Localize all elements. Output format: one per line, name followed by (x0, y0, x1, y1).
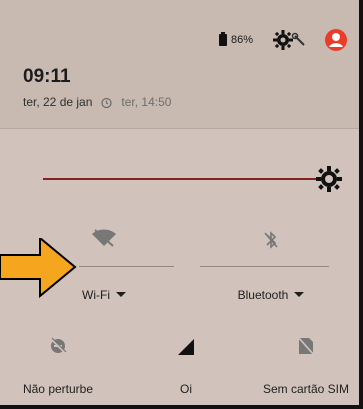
date-row: ter, 22 de jan ter, 14:50 (23, 95, 171, 109)
bluetooth-label-button[interactable]: Bluetooth (221, 286, 321, 304)
wifi-off-icon (92, 229, 116, 247)
clock-time: 09:11 (23, 66, 71, 87)
wifi-label: Wi-Fi (82, 288, 110, 302)
bluetooth-off-icon (264, 231, 278, 249)
battery-status: 86% (218, 32, 253, 46)
notification-header: 86% 09:11 ter, 22 de jan ter, 14:50 (0, 0, 359, 128)
next-alarm: ter, 14:50 (121, 95, 172, 109)
status-bar: 86% (218, 28, 347, 52)
account-avatar[interactable] (325, 29, 347, 51)
date-text: ter, 22 de jan (23, 95, 93, 109)
header-divider (0, 128, 359, 129)
settings-button[interactable] (273, 30, 307, 50)
orange-arrow-pointer (0, 238, 77, 298)
brightness-icon (316, 166, 342, 192)
bluetooth-tile[interactable] (221, 231, 321, 254)
chevron-down-icon (115, 292, 126, 298)
brightness-slider-track[interactable] (43, 178, 329, 180)
sim-tile[interactable]: Sem cartão SIM (256, 336, 356, 396)
account-avatar-icon (329, 33, 343, 47)
no-sim-icon (297, 336, 315, 356)
bluetooth-divider (200, 266, 329, 267)
chevron-down-icon (294, 292, 305, 298)
quick-settings-panel: 86% 09:11 ter, 22 de jan ter, 14:50 Wi-F… (0, 0, 363, 409)
dnd-tile[interactable]: Não perturbe (8, 337, 108, 396)
carrier-tile[interactable]: Oi (136, 337, 236, 396)
bluetooth-label: Bluetooth (237, 288, 289, 302)
do-not-disturb-icon (50, 337, 67, 354)
alarm-clock-icon (101, 97, 113, 108)
brightness-slider-knob[interactable] (316, 166, 342, 192)
sim-label: Sem cartão SIM (262, 382, 350, 396)
settings-gear-wrench-icon (273, 30, 305, 50)
battery-percent: 86% (230, 34, 253, 46)
wifi-divider (79, 266, 174, 267)
dnd-label: Não perturbe (22, 382, 94, 396)
battery-icon (218, 32, 227, 46)
signal-icon (178, 339, 194, 355)
carrier-label: Oi (180, 382, 192, 396)
